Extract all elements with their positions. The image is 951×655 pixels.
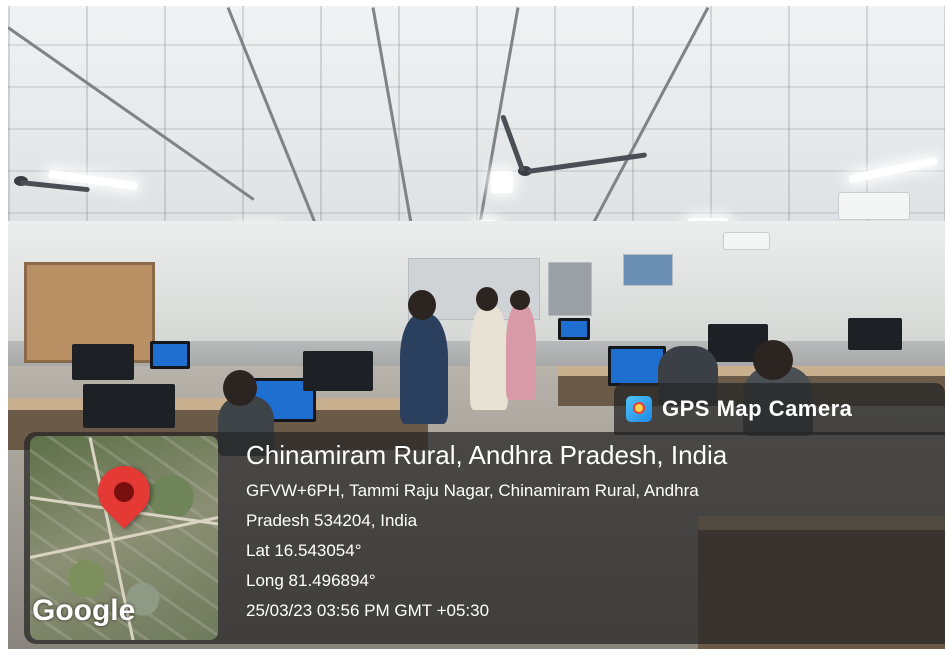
notice-board — [623, 254, 673, 286]
ceiling-light — [491, 171, 513, 193]
monitor — [848, 318, 902, 350]
standing-person — [470, 306, 508, 410]
air-conditioner — [838, 192, 910, 220]
monitor — [558, 318, 590, 340]
monitor — [83, 384, 175, 428]
desk — [8, 398, 428, 410]
longitude: Long 81.496894° — [246, 571, 376, 590]
map-thumbnail: Google — [30, 436, 218, 640]
latitude: Lat 16.543054° — [246, 541, 362, 560]
location-title: Chinamiram Rural, Andhra Pradesh, India — [246, 440, 728, 470]
map-pin-icon — [87, 455, 161, 529]
monitor — [150, 341, 190, 369]
address-line-2: Pradesh 534204, India — [246, 511, 418, 530]
google-logo: Google — [32, 594, 136, 627]
standing-person — [506, 304, 536, 400]
person-head — [223, 370, 257, 406]
badge-label: GPS Map Camera — [662, 396, 853, 421]
ceiling — [8, 6, 945, 256]
gps-camera-badge: GPS Map Camera — [614, 383, 945, 435]
monitor — [303, 351, 373, 391]
person-head — [510, 290, 530, 310]
monitor — [72, 344, 134, 380]
person-head — [408, 290, 436, 320]
air-conditioner — [723, 232, 770, 250]
person-head — [753, 340, 793, 380]
wall-door — [548, 262, 592, 316]
address-line-1: GFVW+6PH, Tammi Raju Nagar, Chinamiram R… — [246, 481, 699, 500]
standing-person — [400, 314, 448, 424]
person-head — [476, 287, 498, 311]
location-details: Chinamiram Rural, Andhra Pradesh, India … — [246, 440, 727, 631]
gps-map-camera-icon — [626, 396, 652, 422]
datetime: 25/03/23 03:56 PM GMT +05:30 — [246, 601, 490, 620]
map-pin-dot — [109, 477, 139, 507]
